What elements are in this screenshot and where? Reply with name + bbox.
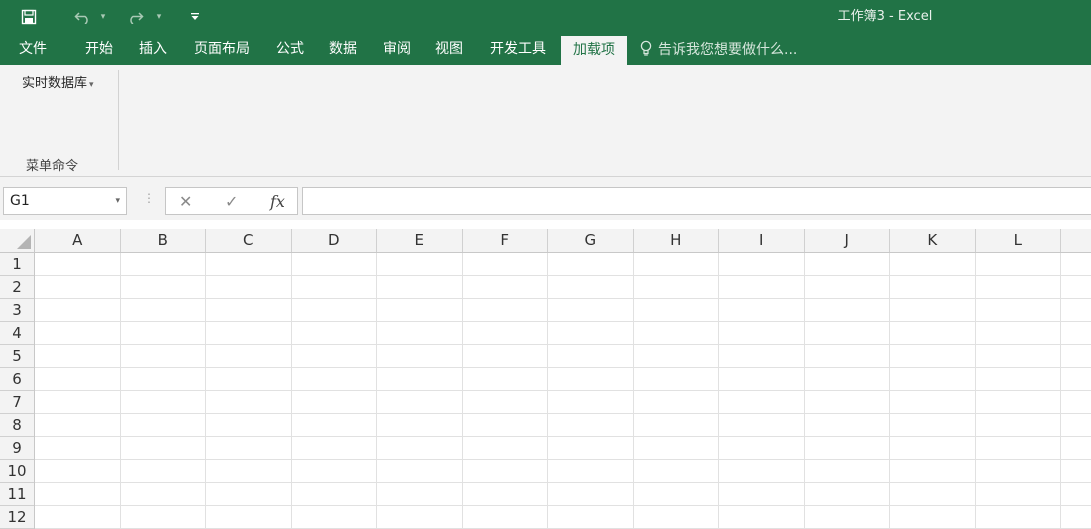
- resize-handle-icon[interactable]: ⋮: [143, 191, 155, 205]
- lightbulb-icon: [640, 40, 654, 58]
- tab-page-layout[interactable]: 页面布局: [186, 33, 258, 65]
- column-gridline: [803, 253, 805, 529]
- row-header-2[interactable]: 2: [0, 276, 34, 299]
- column-header-c[interactable]: C: [206, 229, 292, 252]
- row-header-6[interactable]: 6: [0, 368, 34, 391]
- tab-insert[interactable]: 插入: [130, 33, 176, 65]
- column-header-k[interactable]: K: [890, 229, 976, 252]
- row-gridline: [35, 344, 1091, 345]
- column-header-b[interactable]: B: [121, 229, 206, 252]
- tab-review[interactable]: 审阅: [374, 33, 420, 65]
- row-header-10[interactable]: 10: [0, 460, 34, 483]
- cancel-icon[interactable]: ✕: [179, 192, 192, 211]
- undo-icon[interactable]: [72, 0, 94, 33]
- name-box-dropdown-icon[interactable]: ▾: [115, 196, 120, 206]
- ribbon-group-label: 菜单命令: [26, 159, 79, 174]
- row-headers: 1 2 3 4 5 6 7 8 9 10 11 12: [0, 253, 35, 529]
- window-title: 工作簿3 - Excel: [837, 9, 933, 24]
- column-gridline: [119, 253, 121, 529]
- row-gridline: [35, 482, 1091, 483]
- column-header-j[interactable]: J: [805, 229, 890, 252]
- row-header-9[interactable]: 9: [0, 437, 34, 460]
- realtime-database-menu-button[interactable]: 实时数据库 ▾: [22, 72, 94, 91]
- row-gridline: [35, 505, 1091, 506]
- select-all-corner[interactable]: [0, 229, 35, 253]
- row-gridline: [35, 459, 1091, 460]
- tab-add-ins[interactable]: 加载项: [561, 36, 627, 65]
- tab-view[interactable]: 视图: [426, 33, 472, 65]
- row-header-1[interactable]: 1: [0, 253, 34, 276]
- tell-me-text: 告诉我您想要做什么...: [658, 42, 798, 58]
- column-header-l[interactable]: L: [976, 229, 1061, 252]
- group-separator: [118, 70, 119, 170]
- row-gridline: [35, 298, 1091, 299]
- realtime-database-label: 实时数据库: [22, 76, 88, 91]
- tab-formulas[interactable]: 公式: [267, 33, 313, 65]
- undo-dropdown-icon[interactable]: ▾: [97, 0, 109, 33]
- title-bar: ▾ ▾ 工作簿3 - Excel: [0, 0, 1091, 33]
- insert-function-icon[interactable]: fx: [270, 192, 285, 211]
- tab-file[interactable]: 文件: [10, 33, 56, 65]
- column-gridline: [718, 253, 719, 529]
- redo-dropdown-icon[interactable]: ▾: [153, 0, 165, 33]
- ribbon-panel: 实时数据库 ▾ 菜单命令: [0, 65, 1091, 177]
- ribbon-tabs: 文件 开始 插入 页面布局 公式 数据 审阅 视图 开发工具 加载项: [0, 33, 1091, 65]
- column-header-i[interactable]: I: [719, 229, 805, 252]
- column-header-d[interactable]: D: [292, 229, 377, 252]
- row-gridline: [35, 413, 1091, 414]
- save-icon[interactable]: [16, 0, 42, 33]
- row-gridline: [35, 390, 1091, 391]
- row-header-3[interactable]: 3: [0, 299, 34, 322]
- column-header-e[interactable]: E: [377, 229, 463, 252]
- column-gridline: [461, 253, 463, 529]
- column-gridline: [547, 253, 548, 529]
- row-header-5[interactable]: 5: [0, 345, 34, 368]
- column-gridline: [632, 253, 634, 529]
- tab-home[interactable]: 开始: [76, 33, 122, 65]
- redo-icon[interactable]: [124, 0, 146, 33]
- column-gridline: [205, 253, 206, 529]
- column-headers: ABCDEFGHIJKL: [0, 229, 1091, 253]
- column-header-g[interactable]: G: [548, 229, 634, 252]
- row-header-12[interactable]: 12: [0, 506, 34, 529]
- formula-input[interactable]: [302, 187, 1091, 215]
- row-header-8[interactable]: 8: [0, 414, 34, 437]
- enter-icon[interactable]: ✓: [225, 192, 238, 211]
- column-gridline: [889, 253, 890, 529]
- column-gridline: [290, 253, 292, 529]
- row-header-11[interactable]: 11: [0, 483, 34, 506]
- spreadsheet-grid: ABCDEFGHIJKL 1 2 3 4 5 6 7 8 9 10 11 12: [0, 229, 1091, 529]
- row-gridline: [35, 436, 1091, 437]
- column-header-f[interactable]: F: [463, 229, 548, 252]
- tell-me-box[interactable]: 告诉我您想要做什么...: [640, 33, 797, 65]
- column-gridline: [376, 253, 377, 529]
- tab-data[interactable]: 数据: [320, 33, 366, 65]
- tab-developer[interactable]: 开发工具: [481, 33, 555, 65]
- row-gridline: [35, 275, 1091, 276]
- cell-area[interactable]: [35, 253, 1091, 529]
- column-header-h[interactable]: H: [634, 229, 719, 252]
- row-gridline: [35, 367, 1091, 368]
- formula-bar: G1 ▾ ⋮ ✕ ✓ fx: [0, 177, 1091, 220]
- customize-arrow-icon[interactable]: [187, 0, 203, 33]
- name-box[interactable]: G1 ▾: [3, 187, 127, 215]
- row-header-7[interactable]: 7: [0, 391, 34, 414]
- chevron-down-icon: ▾: [89, 80, 94, 90]
- column-header-a[interactable]: A: [35, 229, 121, 252]
- formula-buttons: ✕ ✓ fx: [165, 187, 298, 215]
- column-gridline: [1060, 253, 1061, 529]
- row-header-4[interactable]: 4: [0, 322, 34, 345]
- column-gridline: [974, 253, 976, 529]
- row-gridline: [35, 321, 1091, 322]
- name-box-value: G1: [10, 193, 30, 209]
